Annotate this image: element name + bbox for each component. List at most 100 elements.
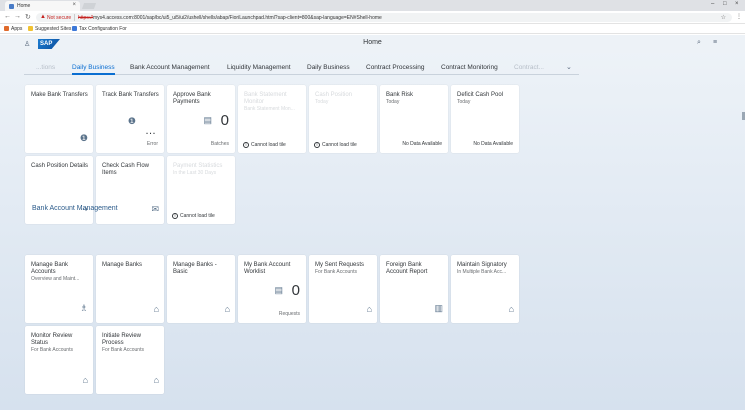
url-text: https://mys4.access.com:8001/sap/bc/ui5_… [78, 15, 382, 21]
url-input[interactable]: ▲ Not secure https://mys4.access.com:800… [36, 13, 732, 22]
hamburger-menu-icon[interactable]: ≡ [713, 39, 717, 46]
bookmark-tax-config[interactable]: Tax Configuration For [72, 26, 127, 32]
alert-icon: ! [314, 142, 320, 148]
anchor-item-daily-business-2[interactable]: Daily Business [307, 64, 350, 71]
tile-title: Foreign Bank Account Report [386, 262, 428, 275]
warning-icon: ▲ [40, 14, 46, 20]
tile-subtitle: In the Last 30 Days [173, 170, 217, 176]
alert-icon: ! [172, 213, 178, 219]
browser-tabbar: Home × – □ × [0, 0, 745, 11]
alert-icon: ! [243, 142, 249, 148]
tile-title: Approve Bank Payments [173, 92, 211, 105]
reload-icon[interactable]: ↻ [25, 13, 31, 21]
tile-title: Initiate Review Process [102, 333, 142, 346]
bookmarks-bar: Apps Suggested Sites Tax Configuration F… [0, 24, 745, 34]
tile-title: Track Bank Transfers [102, 92, 159, 98]
address-bar: ← → ↻ ▲ Not secure https://mys4.access.c… [0, 11, 745, 24]
tile-subtitle: In Multiple Bank Acc... [457, 269, 507, 275]
tile-payment-statistics[interactable]: Payment Statistics In the Last 30 Days !… [167, 156, 235, 224]
bookmark-icon [72, 26, 77, 31]
tile-unit: Requests [278, 311, 300, 317]
anchor-item-liquidity-management[interactable]: Liquidity Management [227, 64, 291, 71]
bank-icon: ⌂ [153, 304, 159, 314]
new-tab-button[interactable] [81, 3, 97, 9]
anchor-item[interactable]: ...tions [36, 64, 55, 71]
shell-bar: ♙ SAP Home ⌕ ≡ [0, 35, 745, 53]
stack-icon: ▤ [203, 115, 212, 125]
browser-menu-icon[interactable]: ⋮ [736, 13, 742, 20]
tile-track-bank-transfers[interactable]: Track Bank Transfers ❶ … Error [96, 85, 164, 153]
back-icon[interactable]: ← [4, 13, 11, 20]
tile-foreign-bank-account-report[interactable]: Foreign Bank Account Report ▥ [380, 255, 448, 323]
tile-make-bank-transfers[interactable]: Make Bank Transfers ❶ [25, 85, 93, 153]
tile-title: Manage Banks - Basic [173, 262, 217, 275]
tile-title: My Sent Requests [315, 262, 365, 268]
sap-favicon-icon [9, 4, 14, 9]
maximize-icon[interactable]: □ [723, 1, 727, 7]
tile-cash-position[interactable]: Cash Position Today ! Cannot load tile [309, 85, 377, 153]
tile-kpi: 0 [220, 112, 229, 129]
stack-icon: ▤ [274, 285, 283, 295]
search-icon[interactable]: ⌕ [697, 39, 701, 47]
page-title: Home [363, 39, 382, 46]
tile-title: Maintain Signatory [457, 262, 507, 268]
tile-unit: Batches [210, 141, 229, 147]
bank-icon: ⌂ [82, 375, 88, 385]
tile-subtitle: Today [457, 99, 471, 105]
bookmark-icon [28, 26, 33, 31]
tile-approve-bank-payments[interactable]: Approve Bank Payments ▤ 0 Batches [167, 85, 235, 153]
envelope-icon: ✉ [151, 204, 159, 214]
anchor-item-contract-monitoring[interactable]: Contract Monitoring [441, 64, 498, 71]
tile-manage-banks[interactable]: Manage Banks ⌂ [96, 255, 164, 323]
tile-check-cash-flow-items[interactable]: Check Cash Flow Items ✉ [96, 156, 164, 224]
anchor-item-daily-business[interactable]: Daily Business [72, 64, 115, 75]
anchor-item-contract-processing[interactable]: Contract Processing [366, 64, 425, 71]
bank-icon: ⌂ [224, 304, 230, 314]
browser-tab[interactable]: Home × [5, 1, 80, 11]
tile-status: No Data Available [402, 141, 442, 147]
tile-manage-banks-basic[interactable]: Manage Banks - Basic ⌂ [167, 255, 235, 323]
forward-icon[interactable]: → [14, 13, 21, 20]
tile-bank-risk[interactable]: Bank Risk Today No Data Available [380, 85, 448, 153]
tile-title: Cash Position Details [31, 163, 89, 169]
loading-dots: … [145, 125, 156, 137]
tile-title: Manage Bank Accounts [31, 262, 69, 275]
tile-cash-position-details[interactable]: Cash Position Details ⇢ [25, 156, 93, 224]
bank-icon: ⌂ [366, 304, 372, 314]
minimize-icon[interactable]: – [711, 1, 714, 7]
document-icon: ▥ [434, 303, 443, 313]
tile-my-bank-account-worklist[interactable]: My Bank Account Worklist ▤ 0 Requests [238, 255, 306, 323]
info-icon: ❶ [127, 116, 136, 126]
anchor-item-bank-account-management[interactable]: Bank Account Management [130, 64, 210, 71]
tile-title: Bank Risk [386, 92, 414, 98]
tile-bank-statement-monitor[interactable]: Bank Statement Monitor Bank Statement Mo… [238, 85, 306, 153]
tile-initiate-review-process[interactable]: Initiate Review Process For Bank Account… [96, 326, 164, 394]
bank-icon: ⌂ [508, 304, 514, 314]
bank-icon: ⌂ [153, 375, 159, 385]
close-window-icon[interactable]: × [735, 1, 739, 7]
tile-deficit-cash-pool[interactable]: Deficit Cash Pool Today No Data Availabl… [451, 85, 519, 153]
tile-error: ! Cannot load tile [243, 142, 286, 148]
tile-subtitle: Bank Statement Mon... [244, 106, 295, 112]
tile-manage-bank-accounts[interactable]: Manage Bank Accounts Overview and Maint.… [25, 255, 93, 323]
tile-my-sent-requests[interactable]: My Sent Requests For Bank Accounts ⌂ [309, 255, 377, 323]
tile-error: ! Cannot load tile [172, 213, 215, 219]
tile-subtitle: For Bank Accounts [102, 347, 144, 353]
close-tab-icon[interactable]: × [72, 2, 76, 8]
tab-title: Home [17, 3, 31, 9]
tile-title: Payment Statistics [173, 163, 223, 169]
tile-title: Check Cash Flow Items [102, 163, 150, 176]
tile-title: Bank Statement Monitor [244, 92, 287, 105]
section-title-bank-account-management: Bank Account Management [32, 205, 118, 212]
anchor-item[interactable]: Contract... [514, 64, 544, 71]
tile-title: Manage Banks [102, 262, 143, 268]
bookmark-suggested-sites[interactable]: Suggested Sites [28, 26, 71, 32]
chevron-down-icon[interactable]: ⌄ [566, 63, 572, 71]
bookmark-star-icon[interactable]: ☆ [721, 14, 726, 21]
tile-monitor-review-status[interactable]: Monitor Review Status For Bank Accounts … [25, 326, 93, 394]
tile-status: No Data Available [473, 141, 513, 147]
bookmark-apps[interactable]: Apps [4, 26, 22, 32]
tile-maintain-signatory[interactable]: Maintain Signatory In Multiple Bank Acc.… [451, 255, 519, 323]
tile-title: Cash Position [315, 92, 353, 98]
tile-subtitle: For Bank Accounts [31, 347, 73, 353]
